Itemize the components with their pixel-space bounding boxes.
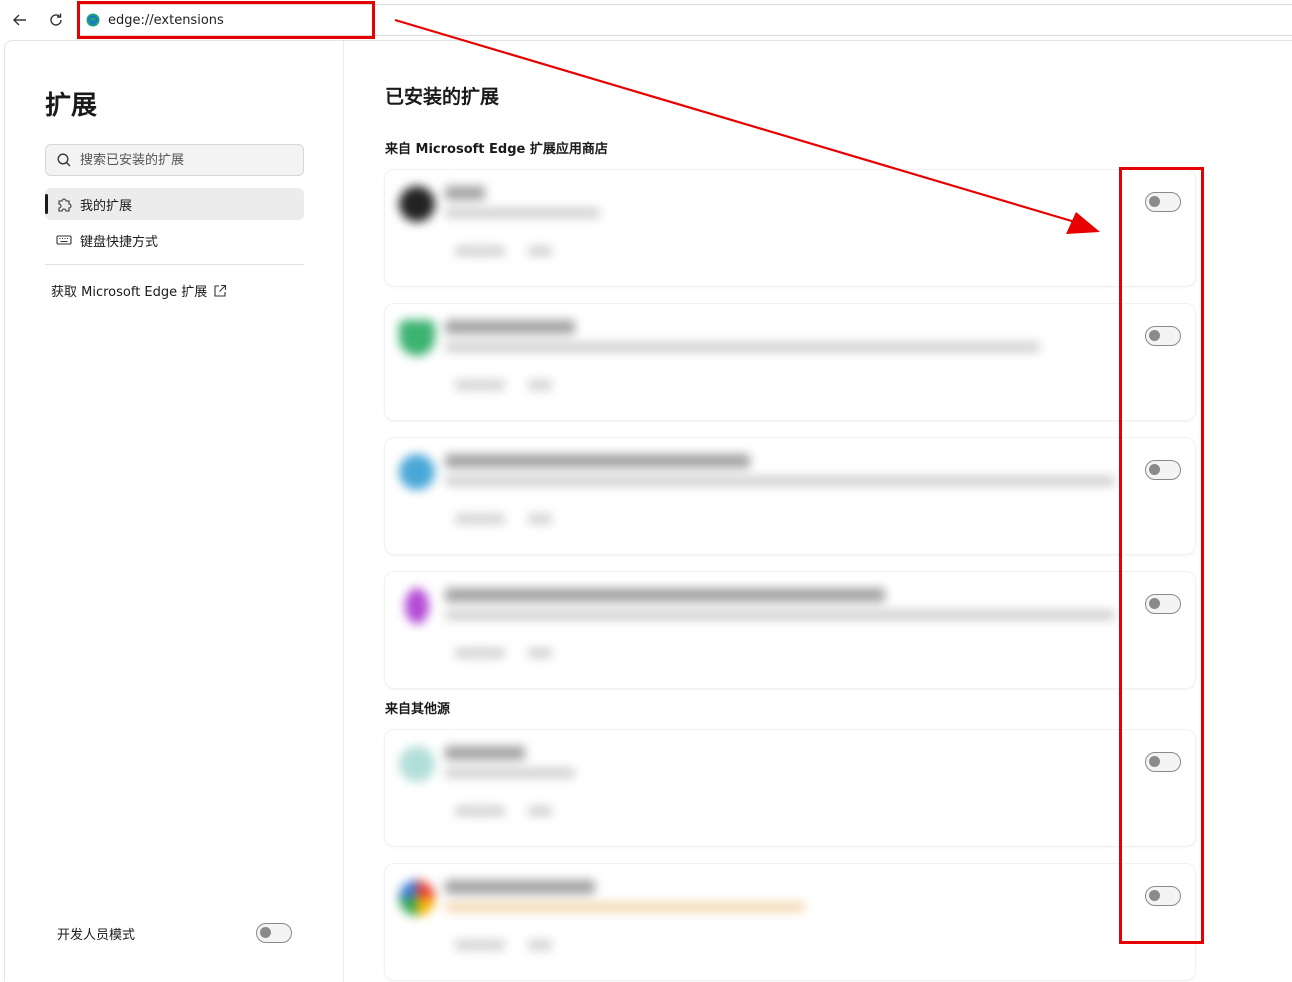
extension-icon	[399, 320, 435, 356]
extension-card	[384, 863, 1196, 981]
extension-toggle[interactable]	[1145, 460, 1181, 480]
page-title: 已安装的扩展	[385, 86, 500, 108]
external-link-icon	[214, 284, 227, 297]
sidebar: 扩展 我的扩展 键盘快捷方式 获取 Microsoft Edge 扩展 开发人员…	[5, 41, 344, 982]
browser-toolbar: edge://extensions	[0, 0, 1292, 40]
section-other-heading: 来自其他源	[385, 702, 451, 717]
extension-toggle[interactable]	[1145, 886, 1181, 906]
extension-card	[384, 169, 1196, 287]
get-extensions-link[interactable]: 获取 Microsoft Edge 扩展	[51, 281, 227, 300]
developer-mode-label: 开发人员模式	[57, 928, 136, 943]
search-icon	[57, 153, 71, 167]
sidebar-title: 扩展	[45, 91, 98, 121]
sidebar-item-label: 键盘快捷方式	[80, 234, 159, 250]
back-icon[interactable]	[8, 8, 32, 32]
extension-toggle[interactable]	[1145, 192, 1181, 212]
extension-toggle[interactable]	[1145, 326, 1181, 346]
sidebar-item-label: 我的扩展	[80, 198, 133, 214]
section-store-heading: 来自 Microsoft Edge 扩展应用商店	[385, 142, 608, 157]
sidebar-item-my-extensions[interactable]: 我的扩展	[45, 188, 304, 220]
extension-icon	[399, 454, 435, 490]
extension-toggle[interactable]	[1145, 752, 1181, 772]
extension-card	[384, 571, 1196, 689]
search-input[interactable]	[80, 151, 290, 169]
extension-info-blurred	[385, 304, 1125, 422]
extension-info-blurred	[385, 730, 1125, 848]
extension-card	[384, 437, 1196, 555]
extension-info-blurred	[385, 864, 1125, 982]
extension-icon	[399, 746, 435, 782]
extension-card	[384, 729, 1196, 847]
address-bar[interactable]: edge://extensions	[78, 4, 1292, 36]
sidebar-divider	[45, 264, 304, 265]
extension-info-blurred	[385, 572, 1125, 690]
developer-mode-toggle[interactable]	[256, 923, 292, 943]
extension-icon	[405, 588, 429, 624]
extension-icon	[399, 880, 435, 916]
extension-card	[384, 303, 1196, 421]
sidebar-item-keyboard-shortcuts[interactable]: 键盘快捷方式	[45, 224, 304, 256]
get-extensions-label: 获取 Microsoft Edge 扩展	[51, 285, 208, 300]
search-box[interactable]	[45, 144, 304, 176]
reload-icon[interactable]	[44, 8, 68, 32]
extension-info-blurred	[385, 170, 1125, 288]
extension-toggle[interactable]	[1145, 594, 1181, 614]
extension-icon	[399, 186, 435, 222]
address-text: edge://extensions	[108, 13, 224, 28]
keyboard-icon	[56, 232, 72, 248]
extension-info-blurred	[385, 438, 1125, 556]
puzzle-icon	[56, 196, 72, 212]
extensions-page: 扩展 我的扩展 键盘快捷方式 获取 Microsoft Edge 扩展 开发人员…	[4, 40, 1292, 982]
edge-logo-icon	[86, 13, 100, 27]
